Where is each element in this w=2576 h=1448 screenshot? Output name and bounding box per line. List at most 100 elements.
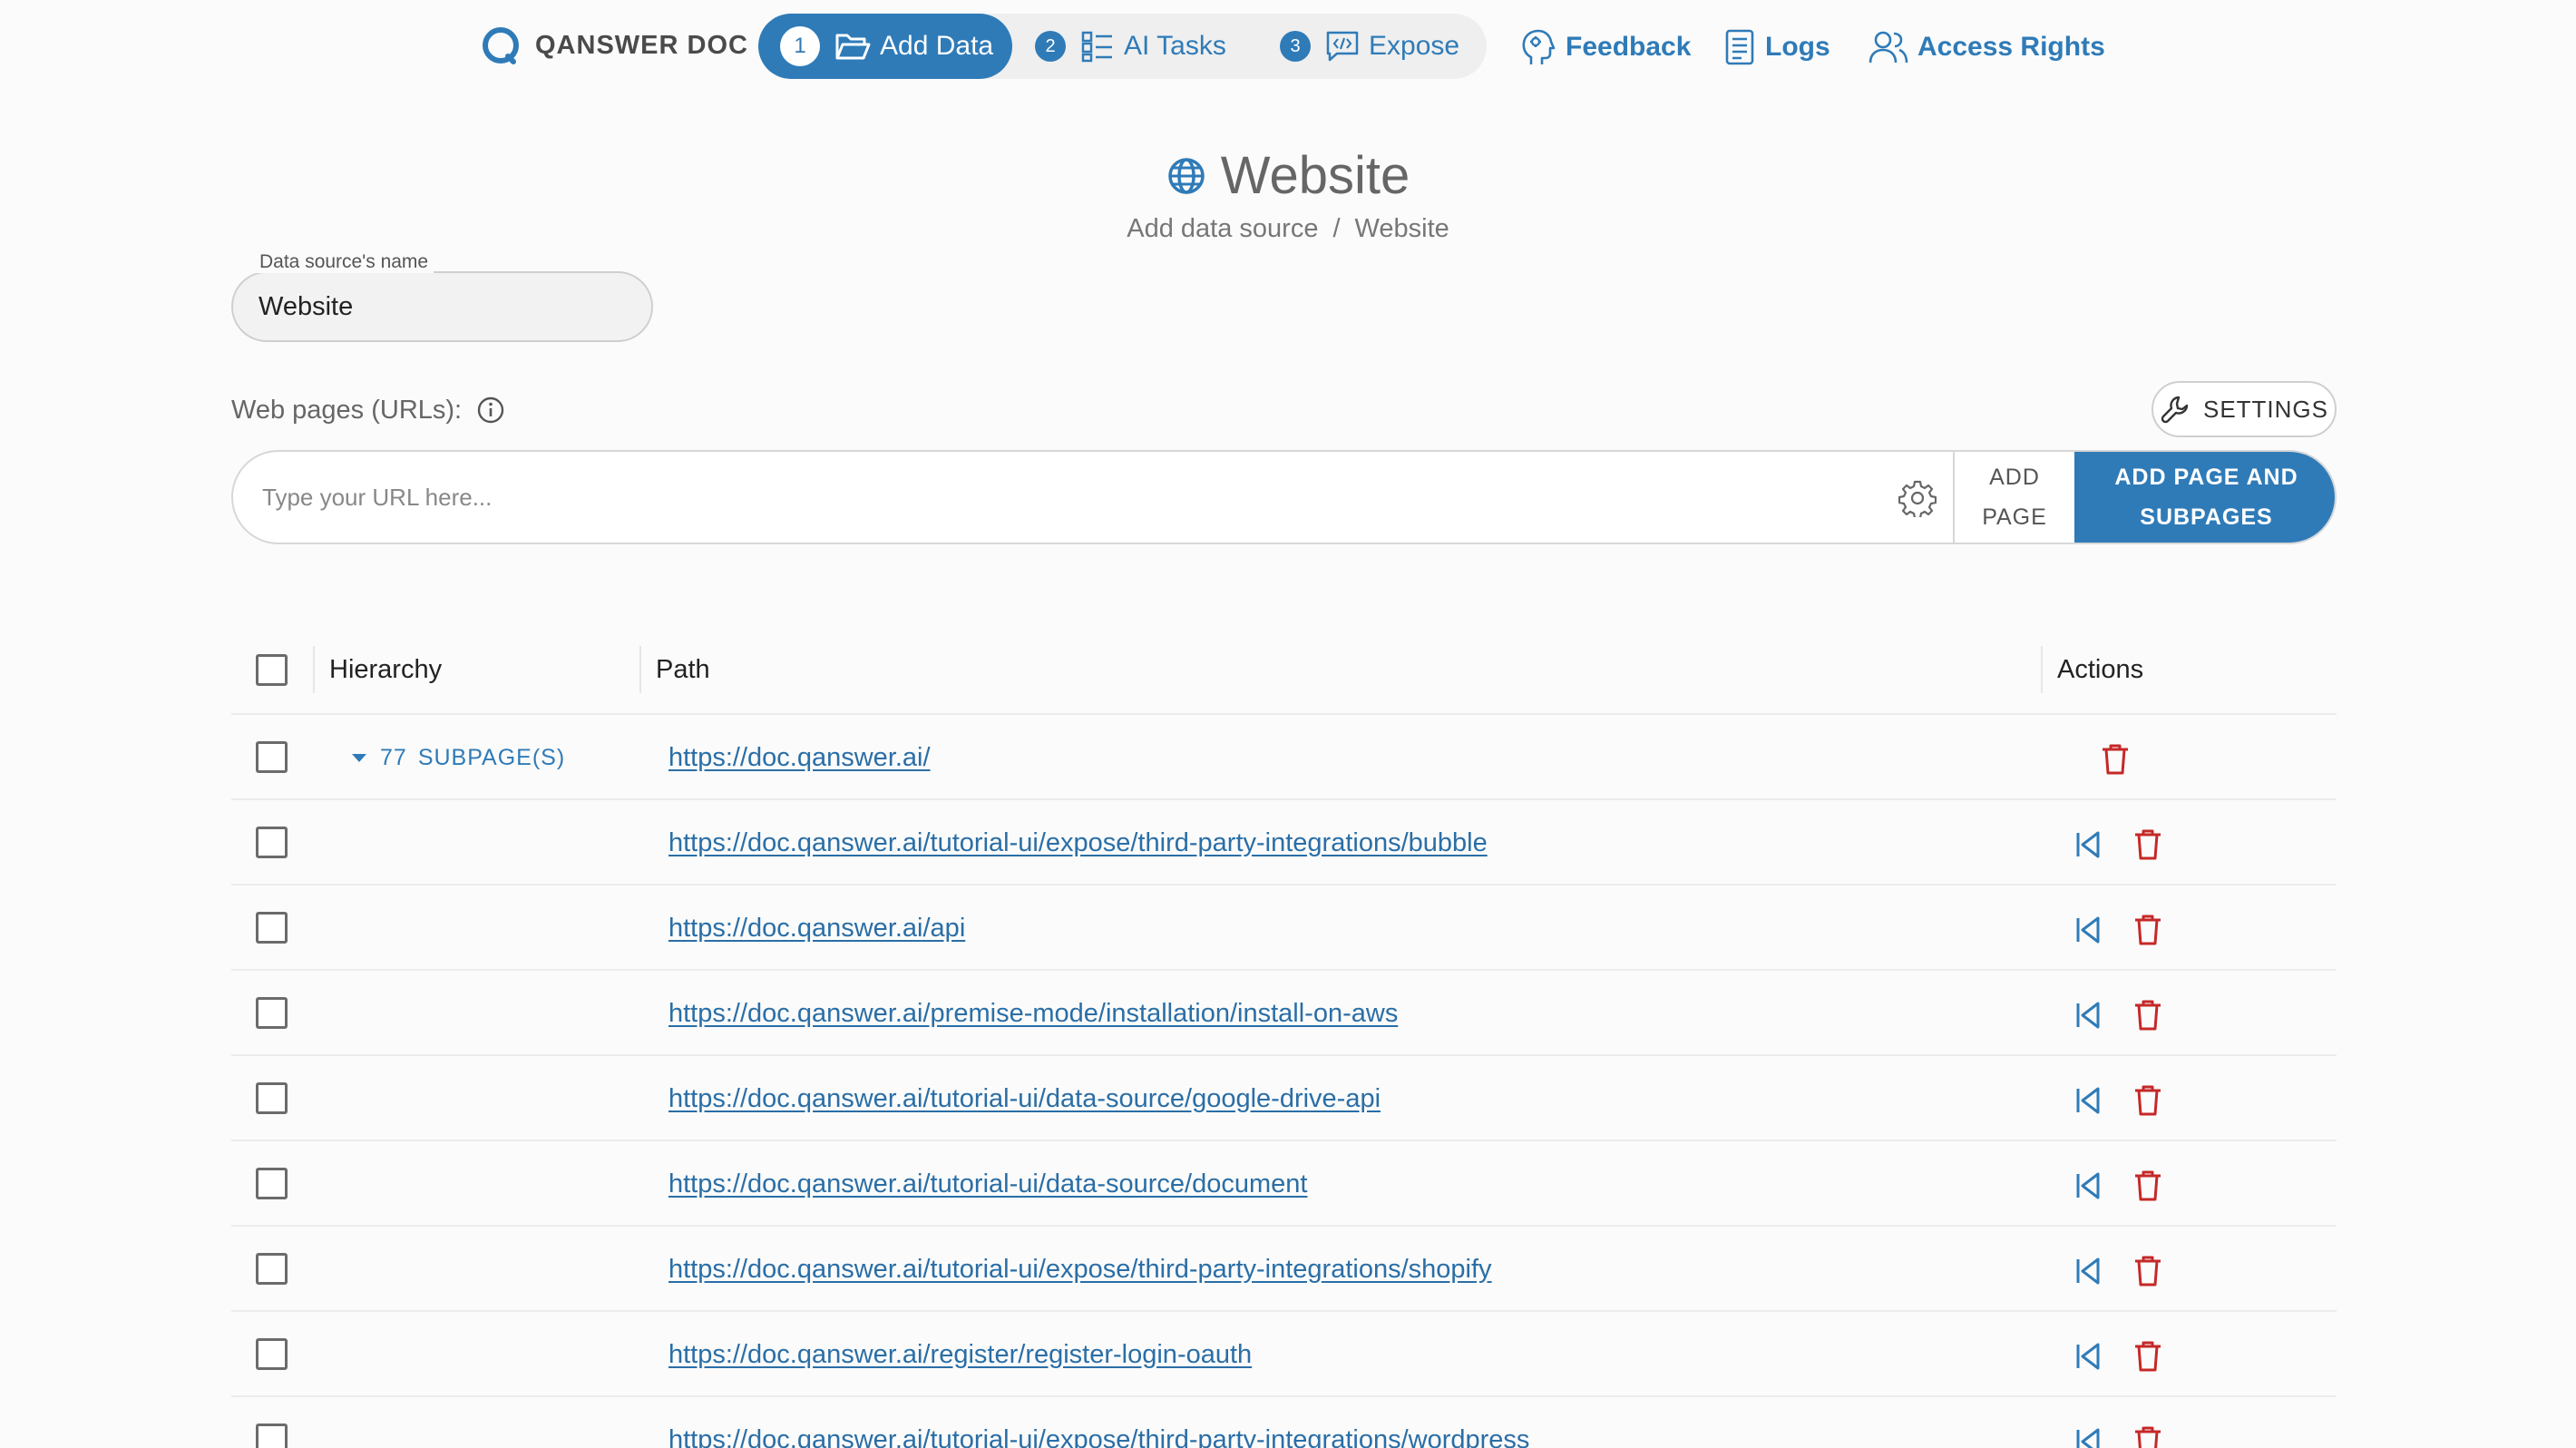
step-number: 1 [780, 26, 820, 66]
row-checkbox[interactable] [256, 1338, 288, 1370]
path-link[interactable]: https://doc.qanswer.ai/tutorial-ui/expos… [668, 800, 1488, 885]
add-page-button[interactable]: ADD PAGE [1953, 452, 2074, 543]
table-header: Hierarchy Path Actions [231, 624, 2337, 715]
breadcrumb-add-data-source[interactable]: Add data source [1127, 214, 1318, 244]
subpages-toggle[interactable]: 77 SUBPAGE(S) [349, 715, 565, 800]
path-link[interactable]: https://doc.qanswer.ai/premise-mode/inst… [668, 971, 1398, 1056]
column-separator [2041, 646, 2043, 693]
table-row: https://doc.qanswer.ai/tutorial-ui/expos… [231, 1227, 2337, 1312]
top-navigation: QANSWER DOC 1 Add Data 2 AI Tasks 3 Expo… [0, 0, 2576, 94]
settings-button-label: SETTINGS [2202, 395, 2328, 423]
globe-icon [1168, 157, 1205, 194]
skip-to-start-icon[interactable] [2073, 1255, 2103, 1287]
data-source-name-value: Website [259, 291, 354, 321]
task-list-icon [1081, 31, 1112, 63]
trash-icon[interactable] [2132, 999, 2163, 1032]
brand-logo-icon [483, 27, 519, 64]
logs-icon [1725, 29, 1754, 65]
skip-to-start-icon[interactable] [2073, 914, 2103, 946]
table-row: https://doc.qanswer.ai/tutorial-ui/expos… [231, 800, 2337, 885]
users-icon [1869, 31, 1908, 64]
trash-icon[interactable] [2132, 1084, 2163, 1117]
settings-button[interactable]: SETTINGS [2152, 381, 2337, 437]
trash-icon[interactable] [2132, 1340, 2163, 1373]
caret-down-icon [352, 754, 366, 762]
subpages-count: 77 [380, 744, 407, 770]
skip-to-start-icon[interactable] [2073, 1169, 2103, 1202]
step-ai-tasks[interactable]: 2 AI Tasks [1035, 14, 1226, 79]
trash-icon[interactable] [2132, 1255, 2163, 1287]
brand[interactable]: QANSWER DOC [481, 25, 748, 65]
gear-icon[interactable] [1898, 479, 1937, 517]
step-label: AI Tasks [1124, 31, 1226, 61]
table-row: https://doc.qanswer.ai/tutorial-ui/data-… [231, 1141, 2337, 1227]
step-label: Add Data [880, 31, 994, 61]
path-link[interactable]: https://doc.qanswer.ai/api [668, 885, 965, 971]
row-checkbox[interactable] [256, 827, 288, 858]
page-title: Website [1220, 146, 1410, 205]
row-checkbox[interactable] [256, 997, 288, 1029]
column-path[interactable]: Path [656, 624, 710, 715]
column-hierarchy[interactable]: Hierarchy [329, 624, 442, 715]
table-row: https://doc.qanswer.ai/api [231, 885, 2337, 971]
table-row: https://doc.qanswer.ai/tutorial-ui/data-… [231, 1056, 2337, 1141]
brand-name: QANSWER DOC [535, 30, 748, 60]
row-checkbox[interactable] [256, 1082, 288, 1114]
skip-to-start-icon[interactable] [2073, 1084, 2103, 1117]
chat-code-icon [1326, 31, 1359, 62]
subpage-rows: https://doc.qanswer.ai/tutorial-ui/expos… [231, 800, 2337, 1448]
wrench-icon [2161, 396, 2189, 424]
path-link[interactable]: https://doc.qanswer.ai/register/register… [668, 1312, 1252, 1397]
row-checkbox[interactable] [256, 741, 288, 773]
row-checkbox[interactable] [256, 912, 288, 944]
row-checkbox[interactable] [256, 1424, 288, 1448]
trash-icon[interactable] [2100, 743, 2131, 776]
nav-access-rights[interactable]: Access Rights [1869, 27, 2105, 67]
workflow-stepper: 1 Add Data 2 AI Tasks 3 Expose [758, 14, 1487, 79]
page-header: Website [0, 145, 2576, 206]
column-separator [639, 646, 641, 693]
trash-icon[interactable] [2132, 1169, 2163, 1202]
step-add-data[interactable]: 1 Add Data [758, 14, 1012, 79]
step-number: 3 [1280, 31, 1311, 62]
folder-open-icon [835, 34, 871, 60]
column-separator [313, 646, 315, 693]
path-link[interactable]: https://doc.qanswer.ai/ [668, 715, 931, 800]
skip-to-start-icon[interactable] [2073, 999, 2103, 1032]
trash-icon[interactable] [2132, 914, 2163, 946]
select-all-checkbox[interactable] [256, 654, 288, 686]
path-link[interactable]: https://doc.qanswer.ai/tutorial-ui/data-… [668, 1141, 1307, 1227]
info-icon[interactable] [476, 396, 505, 425]
table-row-root: 77 SUBPAGE(S) https://doc.qanswer.ai/ [231, 715, 2337, 800]
nav-logs[interactable]: Logs [1723, 27, 1830, 67]
trash-icon[interactable] [2132, 1425, 2163, 1448]
data-source-name-input[interactable]: Website [231, 271, 653, 342]
step-label: Expose [1369, 31, 1460, 61]
column-actions: Actions [2057, 654, 2144, 684]
skip-to-start-icon[interactable] [2073, 828, 2103, 861]
nav-access-rights-label: Access Rights [1917, 32, 2105, 62]
table-row: https://doc.qanswer.ai/premise-mode/inst… [231, 971, 2337, 1056]
path-link[interactable]: https://doc.qanswer.ai/tutorial-ui/data-… [668, 1056, 1381, 1141]
breadcrumb: Add data source / Website [0, 214, 2576, 244]
pages-table: Hierarchy Path Actions 77 SUBPAGE(S) htt… [231, 624, 2337, 1448]
url-input[interactable] [262, 452, 1804, 543]
row-checkbox[interactable] [256, 1253, 288, 1285]
row-checkbox[interactable] [256, 1168, 288, 1199]
add-page-line-2: PAGE [1982, 504, 2047, 530]
trash-icon[interactable] [2132, 828, 2163, 861]
add-page-and-subpages-label: ADD PAGE AND SUBPAGES [2114, 465, 2298, 530]
web-pages-label-text: Web pages (URLs): [231, 395, 463, 425]
add-page-and-subpages-button[interactable]: ADD PAGE AND SUBPAGES [2074, 452, 2335, 543]
skip-to-start-icon[interactable] [2073, 1340, 2103, 1373]
step-expose[interactable]: 3 Expose [1280, 14, 1459, 79]
nav-feedback[interactable]: Feedback [1520, 27, 1691, 67]
skip-to-start-icon[interactable] [2073, 1425, 2103, 1448]
table-row: https://doc.qanswer.ai/register/register… [231, 1312, 2337, 1397]
data-source-name-label: Data source's name [254, 251, 434, 273]
table-row: https://doc.qanswer.ai/tutorial-ui/expos… [231, 1397, 2337, 1448]
path-link[interactable]: https://doc.qanswer.ai/tutorial-ui/expos… [668, 1397, 1529, 1448]
breadcrumb-current: Website [1354, 214, 1449, 243]
path-link[interactable]: https://doc.qanswer.ai/tutorial-ui/expos… [668, 1227, 1492, 1312]
url-entry-bar: ADD PAGE ADD PAGE AND SUBPAGES [231, 450, 2337, 544]
